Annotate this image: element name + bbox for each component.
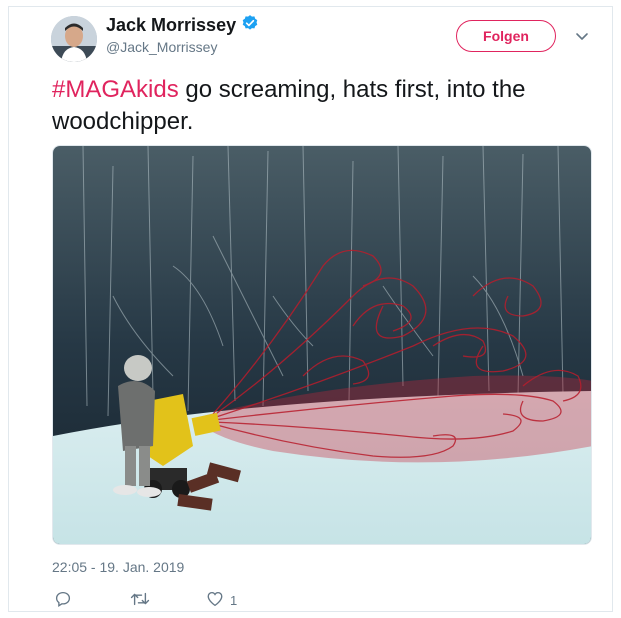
- tweet-image[interactable]: [52, 145, 592, 545]
- chevron-down-icon[interactable]: [574, 28, 590, 44]
- painting-woodchipper: [53, 146, 591, 544]
- retweet-button[interactable]: [130, 590, 150, 610]
- author-name-row[interactable]: Jack Morrissey: [106, 14, 259, 37]
- reply-icon: [54, 590, 72, 611]
- reply-button[interactable]: [54, 590, 72, 610]
- follow-button[interactable]: Folgen: [456, 20, 556, 52]
- hashtag-link[interactable]: #MAGAkids: [52, 76, 179, 103]
- author-name[interactable]: Jack Morrissey: [106, 15, 236, 36]
- author-handle[interactable]: @Jack_Morrissey: [106, 39, 217, 55]
- tweet-timestamp[interactable]: 22:05 - 19. Jan. 2019: [52, 559, 184, 575]
- avatar[interactable]: [51, 16, 97, 62]
- like-button[interactable]: 1: [206, 590, 237, 610]
- retweet-icon: [130, 590, 150, 611]
- verified-badge-icon: [241, 14, 259, 37]
- like-count: 1: [230, 592, 238, 608]
- like-icon: [206, 590, 224, 611]
- tweet-text: #MAGAkids go screaming, hats first, into…: [52, 74, 592, 138]
